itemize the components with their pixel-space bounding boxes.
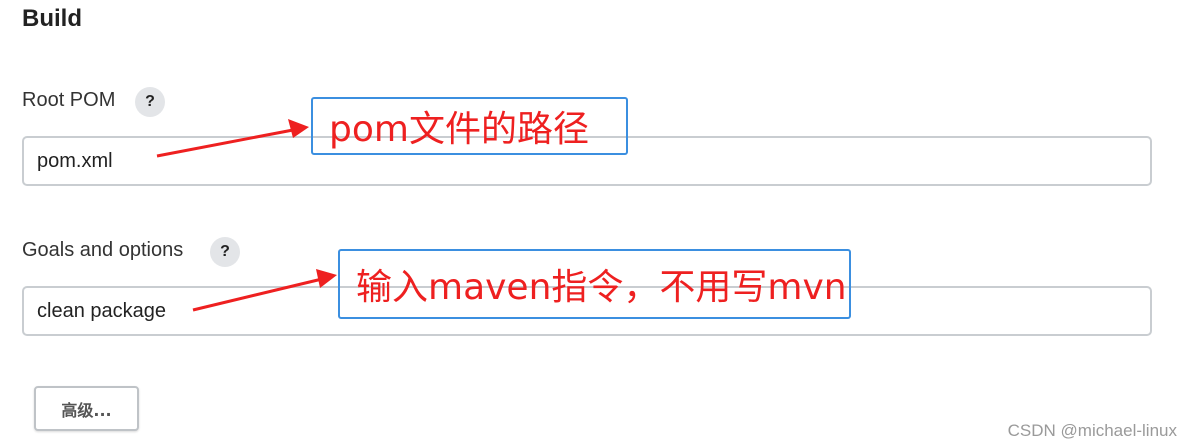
pom-arrow-line xyxy=(156,128,294,158)
watermark: CSDN @michael-linux xyxy=(1007,421,1177,440)
annotation-arrows xyxy=(156,119,337,312)
goals-arrow-line xyxy=(192,277,323,312)
pom-arrowhead-icon xyxy=(288,119,309,138)
goals-arrowhead-icon xyxy=(316,269,337,288)
